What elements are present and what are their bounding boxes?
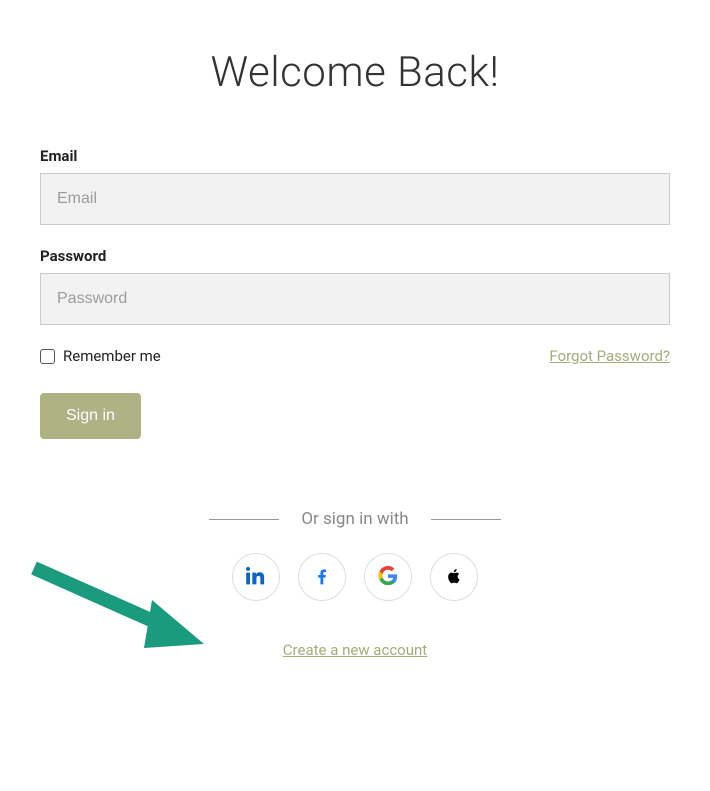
page-title: Welcome Back! [40, 48, 670, 97]
social-buttons-row [40, 553, 670, 601]
remember-me-checkbox[interactable] [40, 349, 55, 364]
options-row: Remember me Forgot Password? [40, 347, 670, 365]
social-divider: Or sign in with [40, 509, 670, 529]
google-button[interactable] [364, 553, 412, 601]
divider-line-right [431, 519, 501, 520]
password-field[interactable] [40, 273, 670, 325]
email-label: Email [40, 147, 670, 165]
password-label: Password [40, 247, 670, 265]
linkedin-icon [246, 566, 266, 589]
remember-me-label: Remember me [63, 347, 161, 365]
apple-button[interactable] [430, 553, 478, 601]
create-account-link[interactable]: Create a new account [40, 641, 670, 659]
email-field[interactable] [40, 173, 670, 225]
remember-me[interactable]: Remember me [40, 347, 161, 365]
sign-in-button[interactable]: Sign in [40, 393, 141, 439]
divider-line-left [209, 519, 279, 520]
linkedin-button[interactable] [232, 553, 280, 601]
forgot-password-link[interactable]: Forgot Password? [549, 347, 670, 365]
apple-icon [444, 566, 464, 589]
facebook-button[interactable] [298, 553, 346, 601]
facebook-icon [312, 566, 332, 589]
google-icon [378, 566, 398, 589]
divider-text: Or sign in with [301, 509, 408, 529]
